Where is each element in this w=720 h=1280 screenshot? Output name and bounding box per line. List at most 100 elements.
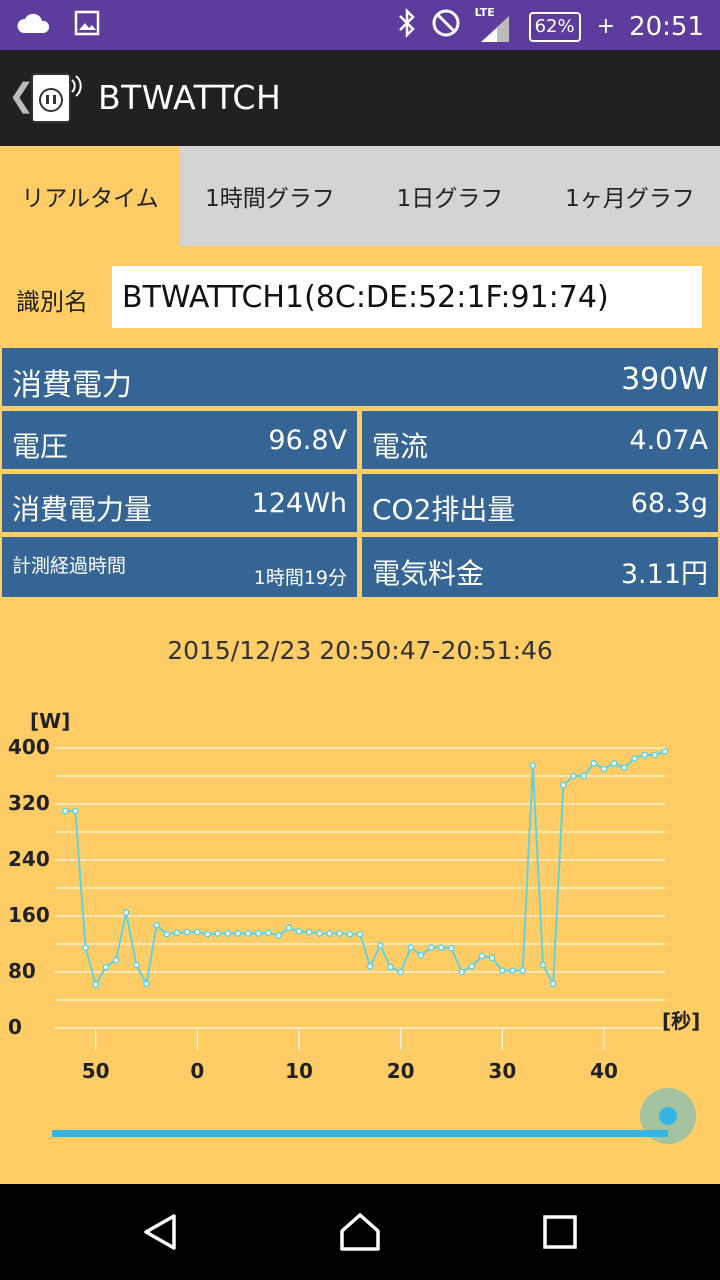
home-icon <box>340 1213 380 1251</box>
status-bar: LTE 62% + 20:51 <box>0 0 720 50</box>
data-point <box>407 944 415 951</box>
data-point <box>387 963 394 971</box>
data-point <box>173 929 181 937</box>
voltage-label: 電圧 <box>12 430 69 463</box>
x-tick-label: 20 <box>387 1059 415 1083</box>
seek-bar-track[interactable] <box>52 1130 668 1137</box>
nav-recents-button[interactable] <box>500 1184 620 1280</box>
nav-back-button[interactable] <box>100 1184 220 1280</box>
lte-signal-icon: LTE <box>475 6 515 44</box>
data-point <box>376 942 384 949</box>
data-point <box>580 772 588 780</box>
back-triangle-icon <box>144 1214 176 1250</box>
clock: 20:51 <box>629 11 704 42</box>
data-point <box>498 967 506 974</box>
elapsed-cell: 計測経過時間 1時間19分 <box>2 537 357 597</box>
elapsed-value: 1時間19分 <box>253 567 347 589</box>
data-point <box>478 952 486 960</box>
data-point <box>620 764 628 771</box>
app-title: BTWATTCH <box>98 78 282 117</box>
data-point <box>600 765 608 773</box>
tab-realtime[interactable]: リアルタイム <box>0 146 180 246</box>
data-point <box>244 930 252 937</box>
data-point <box>82 944 89 951</box>
data-point <box>549 980 557 988</box>
tab-1hour-graph[interactable]: 1時間グラフ <box>180 146 360 246</box>
navigation-bar <box>0 1184 720 1280</box>
do-not-disturb-icon <box>431 8 461 45</box>
data-point <box>397 968 405 976</box>
power-cell: 消費電力 390W <box>2 348 718 406</box>
tab-1day-graph[interactable]: 1日グラフ <box>360 146 540 246</box>
data-point <box>448 944 455 952</box>
data-point <box>132 961 140 969</box>
data-point <box>519 967 527 974</box>
data-point <box>427 944 435 951</box>
y-tick-label: 400 <box>8 735 50 759</box>
image-icon <box>74 10 100 40</box>
data-point <box>437 944 445 951</box>
data-point <box>265 929 272 937</box>
energy-label: 消費電力量 <box>12 493 153 526</box>
x-tick-label: 30 <box>488 1059 516 1083</box>
current-value: 4.07A <box>629 425 708 456</box>
energy-value: 124Wh <box>251 488 347 519</box>
data-point <box>234 930 242 937</box>
data-point <box>326 930 333 937</box>
co2-value: 68.3g <box>630 488 708 519</box>
data-point <box>153 921 161 929</box>
data-point <box>315 930 323 937</box>
data-point <box>651 751 659 759</box>
charging-icon: + <box>596 14 616 39</box>
recents-square-icon <box>543 1215 577 1249</box>
cost-cell: 電気料金 3.11円 <box>362 537 718 597</box>
y-tick-label: 320 <box>8 791 50 815</box>
action-bar: ❮ BTWATTCH <box>0 50 720 146</box>
energy-cell: 消費電力量 124Wh <box>2 474 357 532</box>
data-point <box>468 963 476 970</box>
data-point <box>305 928 313 936</box>
data-point <box>529 762 537 769</box>
x-tick-label: 40 <box>590 1059 618 1083</box>
data-point <box>610 760 618 767</box>
data-point <box>275 932 283 939</box>
data-point <box>631 755 638 762</box>
data-point <box>590 760 598 767</box>
smart-plug-icon[interactable] <box>30 70 84 126</box>
nav-home-button[interactable] <box>300 1184 420 1280</box>
data-point <box>488 954 496 962</box>
data-point <box>570 772 577 780</box>
x-tick-label: 10 <box>285 1059 313 1083</box>
device-id-label: 識別名 <box>16 288 88 316</box>
data-point <box>356 930 364 938</box>
data-point <box>458 968 466 976</box>
power-label: 消費電力 <box>12 368 132 403</box>
voltage-value: 96.8V <box>268 425 347 456</box>
power-line-chart: 0 80 160 240 320 400 50 0 10 20 30 40 [W] [秒] <box>8 709 700 1083</box>
cost-label: 電気料金 <box>372 557 485 590</box>
x-tick-label: 50 <box>82 1059 110 1083</box>
data-point <box>143 980 150 988</box>
data-point <box>204 930 211 938</box>
data-point <box>183 928 191 936</box>
current-label: 電流 <box>372 430 429 463</box>
seek-bar-thumb[interactable] <box>659 1107 677 1125</box>
data-point <box>336 930 344 937</box>
device-id-field[interactable]: BTWATTCH1(8C:DE:52:1F:91:74) <box>112 266 702 328</box>
bluetooth-icon <box>397 7 417 45</box>
data-point <box>661 748 669 755</box>
battery-indicator: 62% <box>528 11 581 42</box>
data-point <box>295 928 303 935</box>
x-tick-label: 0 <box>190 1059 204 1083</box>
cost-value: 3.11円 <box>620 559 708 590</box>
data-point <box>112 956 120 964</box>
data-point <box>122 909 130 916</box>
x-axis-label: [秒] <box>662 1009 700 1033</box>
data-point <box>92 981 100 988</box>
data-point <box>346 930 354 938</box>
tab-1month-graph[interactable]: 1ヶ月グラフ <box>540 146 720 246</box>
data-point <box>254 930 262 937</box>
y-tick-label: 0 <box>8 1015 22 1039</box>
y-axis-label: [W] <box>30 709 70 733</box>
data-point <box>71 807 79 815</box>
